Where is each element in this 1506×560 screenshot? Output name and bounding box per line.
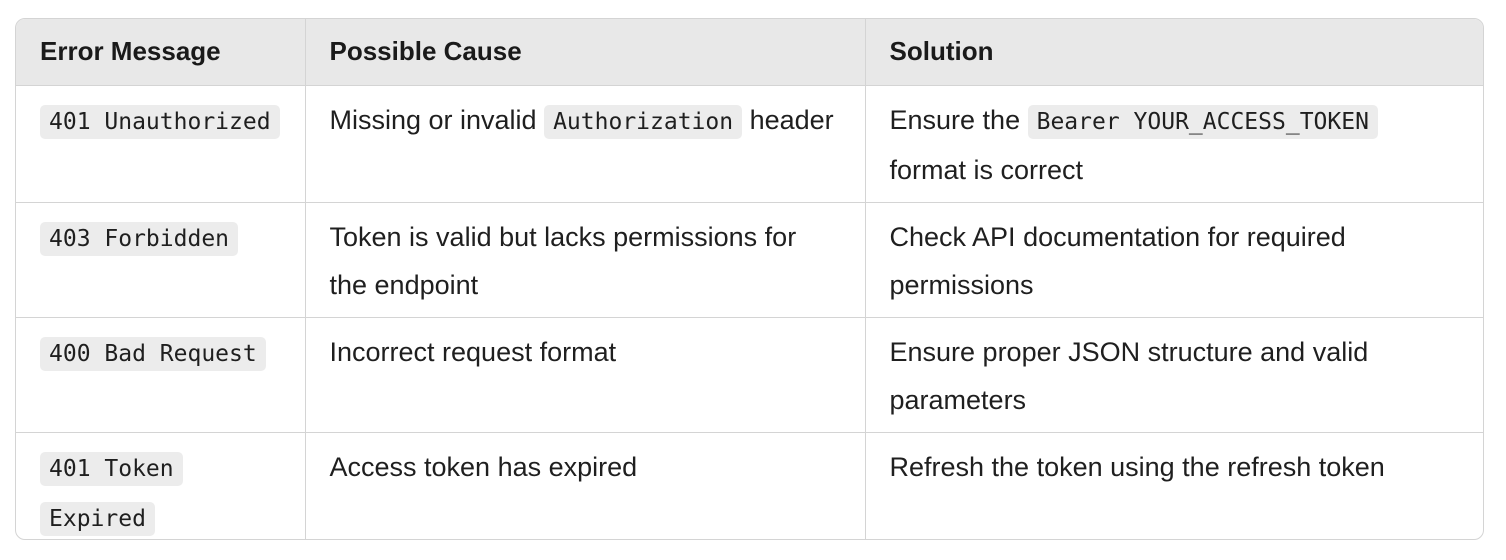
header-error-message: Error Message (16, 19, 306, 86)
table-header: Error Message Possible Cause Solution (16, 19, 1483, 86)
cause-cell: Missing or invalid Authorization header (305, 85, 866, 203)
solution-inline-code: Bearer YOUR_ACCESS_TOKEN (1027, 104, 1378, 139)
cause-cell: Access token has expired (305, 432, 866, 539)
table-body: 401 Unauthorized Missing or invalid Auth… (16, 85, 1483, 539)
solution-text: format is correct (889, 154, 1084, 185)
solution-cell: Ensure proper JSON structure and valid p… (865, 317, 1483, 433)
error-cell: 400 Bad Request (16, 317, 306, 433)
solution-cell: Refresh the token using the refresh toke… (889, 451, 1385, 482)
header-solution: Solution (865, 19, 1483, 86)
error-table-container: Error Message Possible Cause Solution 40… (15, 18, 1484, 540)
error-code: 401 Unauthorized (40, 104, 280, 139)
cause-text: Missing or invalid (329, 104, 545, 135)
error-table: Error Message Possible Cause Solution 40… (16, 19, 1483, 539)
table-row: 403 Forbidden Token is valid but lacks p… (16, 202, 1483, 318)
table-row: 400 Bad Request Incorrect request format… (16, 317, 1483, 433)
solution-text: Ensure the (889, 104, 1028, 135)
error-cell: 403 Forbidden (16, 202, 306, 318)
table-row: 401 Unauthorized Missing or invalid Auth… (16, 85, 1483, 203)
cause-cell: Incorrect request format (305, 317, 866, 433)
header-row: Error Message Possible Cause Solution (16, 19, 1483, 86)
cause-text: header (742, 104, 834, 135)
solution-cell: Ensure the Bearer YOUR_ACCESS_TOKEN form… (865, 85, 1483, 203)
error-code: 401 Token Expired (40, 451, 183, 536)
solution-cell: Check API documentation for required per… (865, 202, 1483, 318)
header-possible-cause: Possible Cause (305, 19, 866, 86)
error-code: 403 Forbidden (40, 221, 239, 256)
cause-inline-code: Authorization (544, 104, 743, 139)
cause-cell: Token is valid but lacks permissions for… (305, 202, 866, 318)
error-cell: 401 Token Expired (16, 432, 306, 539)
error-code: 400 Bad Request (40, 336, 266, 371)
error-cell: 401 Unauthorized (16, 85, 306, 203)
table-row: 401 Token Expired Access token has expir… (16, 432, 1483, 539)
